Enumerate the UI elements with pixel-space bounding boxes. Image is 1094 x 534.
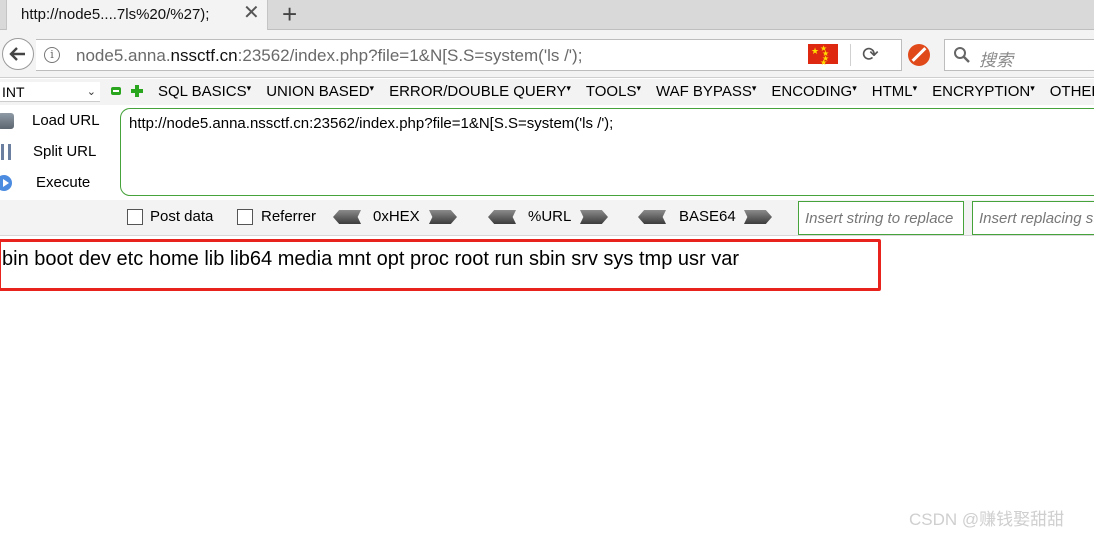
replace-string-placeholder: Insert string to replace: [805, 210, 954, 227]
menu-error-double-query[interactable]: ERROR/DOUBLE QUERY: [389, 83, 571, 100]
post-data-label: Post data: [150, 208, 214, 225]
menu-waf-bypass[interactable]: WAF BYPASS: [656, 83, 756, 100]
back-arrow-icon: [9, 47, 25, 61]
injection-type-select[interactable]: INT ⌄: [0, 82, 100, 102]
injection-type-value: INT: [2, 84, 25, 100]
menu-sql-basics[interactable]: SQL BASICS: [158, 83, 251, 100]
replacing-string-input[interactable]: Insert replacing string: [972, 201, 1094, 235]
load-url-button[interactable]: Load URL: [0, 110, 110, 132]
url-encode-label: %URL: [528, 208, 572, 225]
decrease-icon[interactable]: [111, 87, 121, 95]
chevron-down-icon: ⌄: [86, 86, 96, 98]
hex-encode-arrow-icon[interactable]: [429, 210, 457, 224]
replace-string-input[interactable]: Insert string to replace: [798, 201, 964, 235]
split-url-icon: [1, 144, 11, 160]
replacing-string-placeholder: Insert replacing string: [979, 210, 1094, 227]
load-url-label: Load URL: [32, 112, 100, 129]
hackbar-toolbar: INT ⌄ SQL BASICS UNION BASED ERROR/DOUBL…: [0, 79, 1094, 105]
url-encode-arrow-icon[interactable]: [580, 210, 608, 224]
base64-label: BASE64: [679, 208, 736, 225]
search-icon: [954, 47, 970, 63]
url-decode-arrow-icon[interactable]: [488, 210, 516, 224]
tab-title: http://node5....7ls%20/%27);: [21, 6, 210, 23]
navigation-bar: i node5.anna.nssctf.cn:23562/index.php?f…: [0, 30, 1094, 78]
menu-html[interactable]: HTML: [872, 83, 917, 100]
noscript-icon[interactable]: [908, 44, 930, 66]
referrer-label: Referrer: [261, 208, 317, 225]
hackbar-options: Post data Referrer 0xHEX %URL BASE64 Ins…: [0, 200, 1094, 236]
back-button[interactable]: [2, 38, 34, 70]
menu-encoding[interactable]: ENCODING: [771, 83, 856, 100]
increase-icon[interactable]: [131, 85, 143, 97]
hackbar-url-value: http://node5.anna.nssctf.cn:23562/index.…: [129, 115, 614, 132]
post-data-checkbox[interactable]: [127, 209, 143, 225]
url-prefix: node5.anna.: [76, 46, 171, 65]
china-flag-icon[interactable]: ★ ★ ★ ★ ★: [808, 44, 838, 67]
close-icon[interactable]: ✕: [243, 3, 260, 23]
menu-other[interactable]: OTHER: [1050, 83, 1094, 100]
execute-button[interactable]: Execute: [0, 172, 110, 194]
hex-label: 0xHEX: [373, 208, 420, 225]
load-url-icon: [0, 113, 14, 129]
reload-icon[interactable]: ⟳: [862, 42, 879, 67]
execute-label: Execute: [36, 174, 91, 191]
hackbar-actions: Load URL Split URL Execute: [0, 108, 110, 198]
new-tab-button[interactable]: +: [282, 0, 297, 28]
menu-union-based[interactable]: UNION BASED: [266, 83, 374, 100]
url-domain: nssctf.cn: [170, 46, 238, 65]
info-icon[interactable]: i: [44, 47, 60, 63]
address-bar[interactable]: i node5.anna.nssctf.cn:23562/index.php?f…: [36, 39, 902, 71]
tab-strip: http://node5....7ls%20/%27); ✕ +: [0, 0, 1094, 30]
hackbar-url-textarea[interactable]: http://node5.anna.nssctf.cn:23562/index.…: [120, 108, 1094, 196]
hex-decode-arrow-icon[interactable]: [333, 210, 361, 224]
split-url-button[interactable]: Split URL: [0, 141, 110, 163]
search-input[interactable]: 搜索: [944, 39, 1094, 71]
execute-icon: [0, 175, 12, 191]
address-text: node5.anna.nssctf.cn:23562/index.php?fil…: [76, 46, 582, 66]
url-suffix: :23562/index.php?file=1&N[S.S=system('ls…: [237, 46, 583, 65]
menu-tools[interactable]: TOOLS: [586, 83, 641, 100]
split-url-label: Split URL: [33, 143, 97, 160]
menu-encryption[interactable]: ENCRYPTION: [932, 83, 1035, 100]
watermark: CSDN @赚钱娶甜甜: [909, 510, 1065, 529]
hackbar-menu: SQL BASICS UNION BASED ERROR/DOUBLE QUER…: [158, 83, 1094, 100]
base64-decode-arrow-icon[interactable]: [638, 210, 666, 224]
browser-tab[interactable]: http://node5....7ls%20/%27); ✕: [6, 0, 268, 30]
search-placeholder: 搜索: [979, 51, 1013, 70]
address-divider: [850, 44, 851, 66]
referrer-checkbox[interactable]: [237, 209, 253, 225]
command-output: bin boot dev etc home lib lib64 media mn…: [2, 248, 740, 270]
base64-encode-arrow-icon[interactable]: [744, 210, 772, 224]
